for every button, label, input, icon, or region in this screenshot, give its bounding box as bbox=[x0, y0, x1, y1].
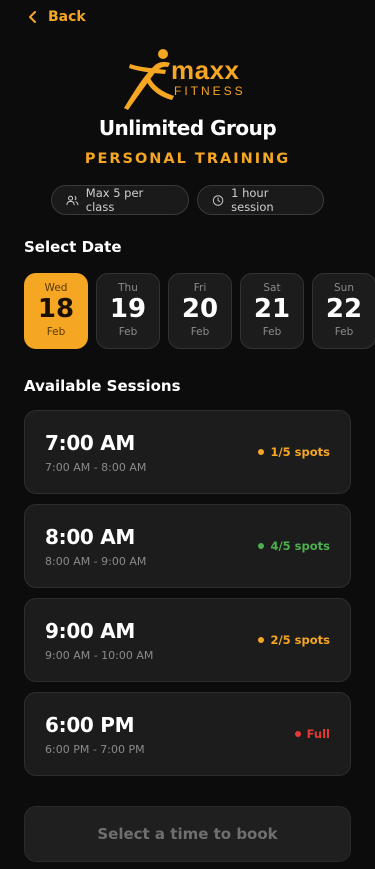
session-card-8am[interactable]: 8:00 AM 8:00 AM - 9:00 AM 4/5 spots bbox=[24, 504, 351, 588]
status-dot-icon bbox=[258, 543, 265, 549]
date-day-number: 21 bbox=[253, 294, 291, 324]
date-month: Feb bbox=[118, 325, 138, 338]
date-chip-wed-18[interactable]: Wed 18 Feb bbox=[24, 273, 88, 349]
session-card-7am[interactable]: 7:00 AM 7:00 AM - 8:00 AM 1/5 spots bbox=[24, 410, 351, 494]
date-weekday: Fri bbox=[193, 282, 207, 294]
session-status: Full bbox=[294, 727, 330, 741]
status-dot-icon bbox=[294, 731, 301, 737]
session-time: 6:00 PM bbox=[45, 713, 135, 737]
date-chip-sat-21[interactable]: Sat 21 Feb bbox=[240, 273, 304, 349]
duration-label: 1 hour session bbox=[231, 186, 274, 214]
date-month: Feb bbox=[334, 325, 354, 338]
back-button[interactable]: Back bbox=[28, 9, 86, 25]
date-weekday: Wed bbox=[44, 282, 68, 294]
session-time: 7:00 AM bbox=[45, 431, 135, 455]
session-range: 7:00 AM - 8:00 AM bbox=[45, 461, 147, 474]
status-dot-icon bbox=[258, 637, 265, 643]
session-card-9am[interactable]: 9:00 AM 9:00 AM - 10:00 AM 2/5 spots bbox=[24, 598, 351, 682]
date-day-number: 19 bbox=[109, 294, 147, 324]
date-month: Feb bbox=[262, 325, 282, 338]
book-button[interactable]: Select a time to book bbox=[24, 806, 351, 862]
brand-logo: maxx FITNESS bbox=[120, 42, 254, 112]
select-date-heading: Select Date bbox=[24, 238, 122, 256]
date-chip-fri-20[interactable]: Fri 20 Feb bbox=[168, 273, 232, 349]
info-pills: Max 5 per class 1 hour session bbox=[51, 185, 324, 215]
session-status: 2/5 spots bbox=[258, 633, 330, 647]
session-spots: 4/5 spots bbox=[270, 539, 330, 553]
date-day-number: 20 bbox=[181, 294, 219, 324]
capacity-label: Max 5 per class bbox=[85, 186, 144, 214]
clock-icon bbox=[212, 194, 224, 206]
session-time: 9:00 AM bbox=[45, 619, 135, 643]
duration-pill: 1 hour session bbox=[197, 185, 324, 215]
date-month: Feb bbox=[46, 325, 66, 338]
back-label: Back bbox=[48, 9, 86, 25]
session-range: 6:00 PM - 7:00 PM bbox=[45, 743, 145, 756]
people-icon bbox=[66, 195, 79, 205]
date-weekday: Thu bbox=[118, 282, 138, 294]
status-dot-icon bbox=[258, 449, 265, 455]
date-chip-thu-19[interactable]: Thu 19 Feb bbox=[96, 273, 160, 349]
chevron-left-icon bbox=[29, 11, 36, 23]
date-chip-sun-22[interactable]: Sun 22 Feb bbox=[312, 273, 375, 349]
session-range: 9:00 AM - 10:00 AM bbox=[45, 649, 154, 662]
date-day-number: 22 bbox=[325, 294, 363, 324]
available-sessions-heading: Available Sessions bbox=[24, 377, 181, 395]
date-month: Feb bbox=[190, 325, 210, 338]
session-spots: 1/5 spots bbox=[270, 445, 330, 459]
session-spots: Full bbox=[306, 727, 330, 741]
date-day-number: 18 bbox=[37, 294, 75, 324]
capacity-pill: Max 5 per class bbox=[51, 185, 189, 215]
session-time: 8:00 AM bbox=[45, 525, 135, 549]
session-spots: 2/5 spots bbox=[270, 633, 330, 647]
logo-word-fitness: FITNESS bbox=[174, 84, 246, 98]
session-status: 1/5 spots bbox=[258, 445, 330, 459]
page-title: Unlimited Group bbox=[98, 116, 277, 140]
session-card-6pm[interactable]: 6:00 PM 6:00 PM - 7:00 PM Full bbox=[24, 692, 351, 776]
date-weekday: Sun bbox=[334, 282, 354, 294]
session-range: 8:00 AM - 9:00 AM bbox=[45, 555, 147, 568]
page-subtitle: PERSONAL TRAINING bbox=[84, 151, 291, 167]
logo-word-maxx: maxx bbox=[171, 55, 240, 85]
date-selector[interactable]: Wed 18 Feb Thu 19 Feb Fri 20 Feb Sat 21 … bbox=[24, 273, 375, 350]
date-weekday: Sat bbox=[263, 282, 281, 294]
session-status: 4/5 spots bbox=[258, 539, 330, 553]
